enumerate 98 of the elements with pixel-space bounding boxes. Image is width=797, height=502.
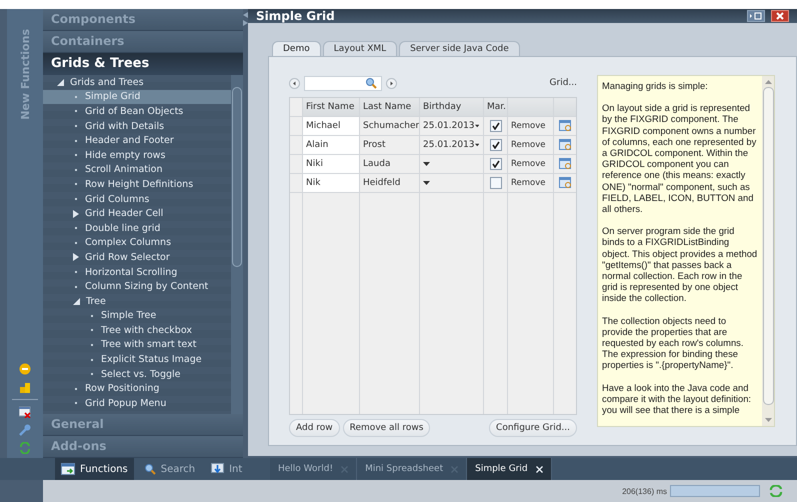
table-cell[interactable]: Nik [303, 174, 360, 192]
remove-button[interactable]: Remove [509, 121, 548, 131]
tree-item[interactable]: Header and Footer [43, 133, 231, 148]
table-cell[interactable]: Michael [303, 117, 360, 135]
column-header[interactable]: Birthday [420, 98, 484, 116]
scrollbar[interactable] [231, 75, 243, 414]
window-title: Simple Grid [256, 9, 335, 23]
table-cell[interactable]: Heidfeld [360, 174, 420, 192]
tree-item[interactable]: Column Sizing by Content [43, 279, 231, 294]
date-field[interactable] [420, 174, 484, 192]
nav-tab[interactable]: Int [205, 458, 248, 480]
checkbox[interactable] [490, 158, 502, 170]
column-header[interactable]: Mar. [484, 98, 508, 116]
column-header[interactable]: First Name [303, 98, 360, 116]
document-tab[interactable]: Simple Grid [467, 458, 552, 480]
tree-item[interactable]: Horizontal Scrolling [43, 264, 231, 280]
search-icon[interactable] [144, 463, 156, 475]
document-tab[interactable]: Hello World! [270, 458, 358, 480]
checkbox[interactable] [490, 120, 502, 132]
expanded-triangle-icon[interactable] [73, 298, 80, 305]
tree-item[interactable]: Select vs. Toggle [43, 366, 231, 382]
tree-item[interactable]: Grid with Details [43, 118, 231, 134]
tree-item[interactable]: Simple Grid [43, 90, 231, 104]
dropdown-icon[interactable] [423, 181, 430, 185]
tree-item[interactable]: Hide empty rows [43, 148, 231, 163]
table-cell[interactable]: Lauda [360, 155, 420, 173]
details-icon[interactable] [558, 177, 572, 189]
tree-item[interactable]: Simple Tree [43, 308, 231, 324]
dropdown-icon[interactable] [423, 162, 430, 166]
tree-item[interactable]: Grid Row Selector [43, 250, 231, 265]
collapse-arrows-icon[interactable] [243, 12, 248, 26]
tree-item[interactable]: Tree with smart text [43, 338, 231, 352]
tree-item[interactable]: Tree [43, 294, 231, 308]
dropdown-icon[interactable] [474, 124, 479, 128]
document-tab[interactable]: Mini Spreadsheet [357, 458, 468, 480]
tree-item[interactable]: Grid Columns [43, 192, 231, 206]
tree-item[interactable]: Double line grid [43, 220, 231, 236]
tree-item[interactable]: Grids and Trees [43, 75, 231, 90]
info-paragraph: On layout side a grid is represented by the FIXGRID component. The FIXGRID component owns a number of columns, each one represented by a GRIDCOL component. Within the GRIDCOL component you can reference one (this means: exactly ONE) "normal" component, such as FIELD, LABEL, ICON, BUTTON and all others. [602, 102, 758, 214]
tab[interactable]: Server side Java Code [399, 41, 520, 56]
tree-item[interactable]: Scroll Animation [43, 162, 231, 178]
tree-item[interactable]: Row Height Definitions [43, 177, 231, 192]
details-icon[interactable] [558, 158, 572, 170]
tree-item[interactable]: Grid Header Cell [43, 206, 231, 221]
tree-item[interactable]: Complex Columns [43, 236, 231, 250]
tree-item[interactable]: Grid of Bean Objects [43, 104, 231, 119]
nav-tab[interactable]: Functions [55, 458, 134, 480]
date-field[interactable] [420, 155, 484, 173]
details-icon[interactable] [558, 139, 572, 151]
checkbox[interactable] [490, 177, 502, 189]
collapsed-triangle-icon[interactable] [73, 210, 79, 218]
scroll-down-icon[interactable] [764, 418, 772, 422]
info-paragraph: Have a look into the Java code and compare it with the layout definition: you will see that there is a simple [602, 382, 752, 416]
details-icon[interactable] [558, 120, 572, 132]
wrench-icon[interactable] [19, 424, 31, 436]
next-icon[interactable] [386, 78, 397, 88]
info-paragraph: Managing grids is simple: [602, 80, 709, 92]
info-paragraph: On server program side the grid binds to a FIXGRIDListBinding object. This object provides a method "getItems()" that passes back a normal collection. Each row in the grid is represented by one object inside the collection. [602, 225, 758, 304]
tab[interactable]: Layout XML [322, 41, 398, 56]
grid-action-button[interactable]: Add row [289, 419, 340, 438]
dropdown-icon[interactable] [474, 143, 479, 147]
refresh-icon[interactable] [769, 485, 783, 497]
table-cell[interactable]: Schumacher [360, 117, 420, 135]
tree-item[interactable]: Explicit Status Image [43, 352, 231, 367]
scroll-up-icon[interactable] [764, 80, 772, 84]
scrollbar[interactable] [762, 76, 774, 426]
configure-grid-button[interactable]: Configure Grid... [489, 419, 577, 438]
date-field[interactable]: 25.01.2013 [420, 136, 484, 154]
remove-button[interactable]: Remove [509, 178, 548, 188]
tree-item[interactable]: Tree with checkbox [43, 323, 231, 338]
window-close-icon[interactable] [19, 406, 31, 418]
remove-button[interactable]: Remove [509, 159, 548, 169]
tree-item[interactable]: Grid Popup Menu [43, 396, 231, 411]
search-field[interactable] [304, 76, 382, 90]
expanded-triangle-icon[interactable] [57, 78, 64, 86]
table-cell[interactable]: Niki [303, 155, 360, 173]
grid-menu-link[interactable]: Grid... [550, 78, 577, 88]
detach-button[interactable] [747, 10, 765, 22]
remove-button[interactable]: Remove [509, 140, 548, 150]
date-field[interactable]: 25.01.2013 [420, 117, 484, 135]
download-icon[interactable] [211, 463, 224, 475]
tree-item[interactable]: Row Positioning [43, 381, 231, 396]
checkbox[interactable] [490, 139, 502, 151]
coins-icon[interactable] [19, 381, 31, 393]
grid-action-button[interactable]: Remove all rows [342, 419, 430, 438]
previous-icon[interactable] [289, 78, 300, 88]
nav-section[interactable]: Grids & Trees [43, 53, 243, 75]
info-paragraph: The collection objects need to provide the properties that are requested by each row's columns. The expression for binding these properties is ".{propertyName}". [602, 314, 744, 371]
close-button[interactable] [771, 10, 789, 22]
collapsed-triangle-icon[interactable] [73, 253, 79, 262]
timing-text: 206(136) ms [622, 486, 667, 496]
column-header[interactable]: Last Name [360, 98, 420, 116]
refresh-icon[interactable] [19, 442, 31, 454]
search-icon[interactable] [365, 77, 377, 89]
tab[interactable]: Demo [272, 41, 321, 56]
table-cell[interactable]: Alain [303, 136, 360, 154]
nav-tab[interactable]: Search [138, 458, 202, 480]
table-cell[interactable]: Prost [360, 136, 420, 154]
